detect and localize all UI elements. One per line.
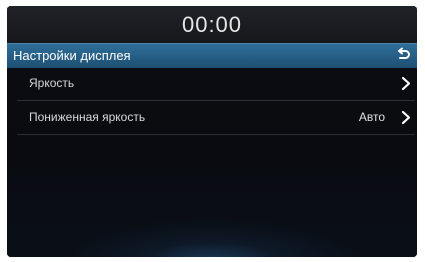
menu-item-label: Пониженная яркость [29,110,146,124]
back-button[interactable] [394,46,412,64]
chevron-right-icon [400,76,412,91]
chevron-right-icon [400,110,412,125]
page-title: Настройки дисплея [13,48,131,63]
display-screen: 00:00 Настройки дисплея Яркость Пониженн… [7,6,417,257]
menu-item-dimmed-brightness[interactable]: Пониженная яркость Авто [7,102,417,133]
menu-item-value: Авто [358,110,385,124]
divider [17,134,415,135]
menu-item-brightness[interactable]: Яркость [7,68,417,99]
divider [17,100,415,101]
back-arrow-icon [398,47,410,59]
status-bar: 00:00 [7,6,417,43]
menu-item-label: Яркость [29,76,75,90]
device-bezel: 00:00 Настройки дисплея Яркость Пониженн… [0,0,425,262]
page-header: Настройки дисплея [7,43,417,68]
clock: 00:00 [181,12,243,37]
